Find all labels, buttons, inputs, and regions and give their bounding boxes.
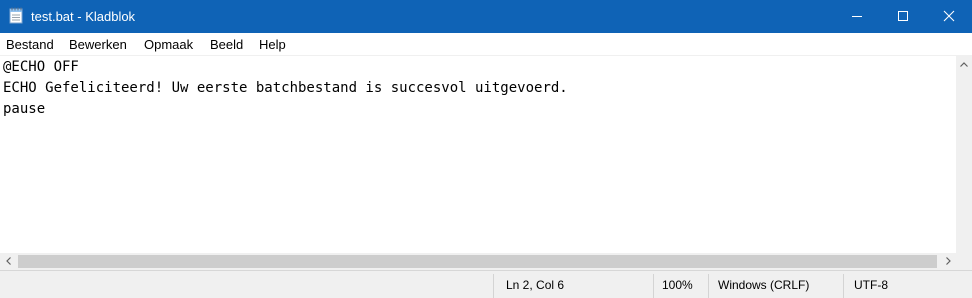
maximize-icon (898, 11, 908, 21)
cursor-position: Ln 2, Col 6 (506, 278, 565, 292)
scrollbar-thumb[interactable] (18, 255, 937, 268)
arrow-left-icon (6, 257, 11, 265)
zoom-level: 100% (662, 278, 693, 292)
notepad-window: test.bat - Kladblok Bestand Bewerken Opm… (0, 0, 972, 298)
close-icon (943, 10, 955, 22)
menu-help[interactable]: Help (259, 37, 286, 52)
minimize-icon (852, 16, 862, 17)
scroll-right-button[interactable] (939, 253, 956, 270)
line-ending: Windows (CRLF) (718, 278, 810, 292)
editor-line: @ECHO OFF (3, 59, 79, 75)
editor-line: ECHO Gefeliciteerd! Uw eerste batchbesta… (3, 80, 568, 96)
text-editor[interactable]: @ECHO OFF ECHO Gefeliciteerd! Uw eerste … (0, 56, 956, 253)
minimize-button[interactable] (834, 0, 880, 33)
status-divider (653, 274, 654, 298)
arrow-right-icon (946, 257, 951, 265)
window-title: test.bat - Kladblok (31, 9, 136, 24)
status-bar: Ln 2, Col 6 100% Windows (CRLF) UTF-8 (0, 270, 972, 298)
status-divider (843, 274, 844, 298)
scroll-up-button[interactable] (956, 56, 972, 73)
title-bar[interactable]: test.bat - Kladblok (0, 0, 972, 33)
menu-beeld[interactable]: Beeld (210, 37, 243, 52)
vertical-scrollbar[interactable] (956, 56, 972, 253)
status-divider (493, 274, 494, 298)
menu-bewerken[interactable]: Bewerken (69, 37, 127, 52)
editor-line: pause (3, 101, 46, 117)
status-divider (708, 274, 709, 298)
menu-bestand[interactable]: Bestand (6, 37, 54, 52)
notepad-icon (9, 7, 23, 24)
horizontal-scrollbar[interactable] (0, 253, 956, 270)
close-button[interactable] (926, 0, 972, 33)
scroll-left-button[interactable] (0, 253, 17, 270)
menu-opmaak[interactable]: Opmaak (144, 37, 193, 52)
encoding: UTF-8 (854, 278, 888, 292)
arrow-up-icon (960, 62, 968, 67)
menu-bar: Bestand Bewerken Opmaak Beeld Help (0, 33, 972, 56)
maximize-button[interactable] (880, 0, 926, 33)
scrollbar-corner (956, 253, 972, 270)
